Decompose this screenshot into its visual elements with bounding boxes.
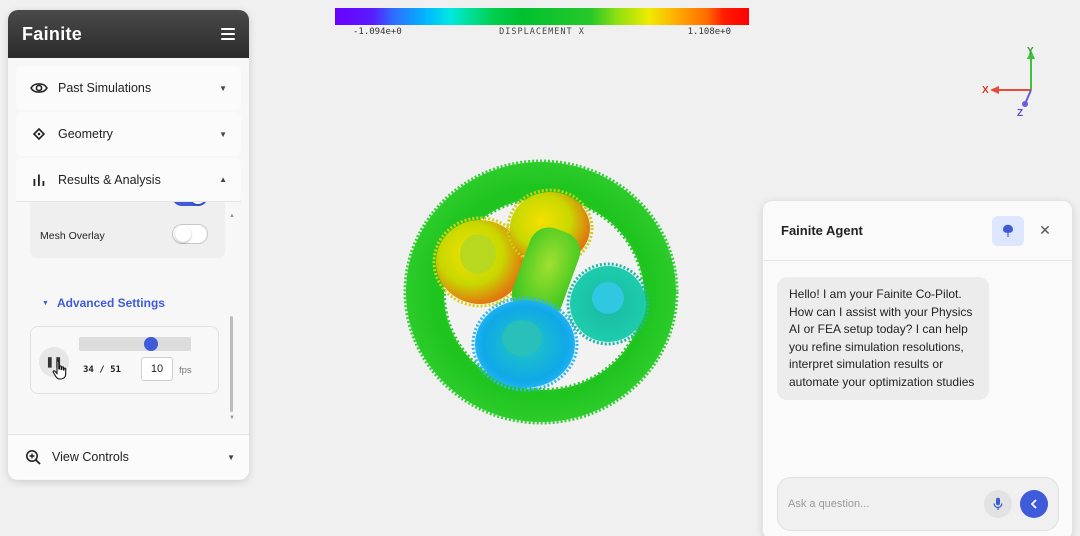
chevron-down-icon: ▼ [219,129,227,139]
mesh-overlay-toggle[interactable] [172,224,208,244]
scroll-up-arrow-icon[interactable]: ▲ [229,213,235,219]
frame-counter: 34 / 51 [83,365,121,375]
section-label: Past Simulations [58,81,152,95]
section-geometry[interactable]: Geometry ▼ [16,112,241,156]
frame-slider[interactable] [79,337,191,351]
agent-message-bubble: Hello! I am your Fainite Co-Pilot. How c… [777,277,989,400]
chevron-down-icon: ▼ [227,452,235,462]
axes-gizmo[interactable]: Y X Z [978,42,1048,122]
brand-logo: Fainite [22,23,83,44]
chevron-left-icon [1030,499,1037,509]
zoom-in-icon [24,448,42,466]
section-label: Results & Analysis [58,172,161,187]
hamburger-icon[interactable] [221,28,235,40]
colorbar-max-label: 1.108e+0 [687,27,731,37]
y-axis-label: Y [1027,46,1034,57]
bar-chart-icon [30,171,48,189]
chat-input[interactable] [788,492,978,516]
advanced-settings-toggle[interactable]: ▼ Advanced Settings [42,296,165,310]
planet-gear-teal-right-hub [592,282,624,314]
section-label: Geometry [58,127,113,141]
hand-cursor-icon [52,360,67,380]
section-view-controls[interactable]: View Controls ▼ [8,434,249,479]
chat-input-container [777,477,1059,531]
microphone-icon [993,497,1003,510]
section-past-simulations[interactable]: Past Simulations ▼ [16,66,241,110]
z-axis-label: Z [1017,108,1023,119]
advanced-settings-label: Advanced Settings [56,296,165,310]
colorbar-gradient [335,8,749,25]
results-scroll-area[interactable]: Mesh Overlay ▼ Advanced Settings ❚❚ 34 /… [30,202,242,420]
microphone-button[interactable] [984,490,1012,518]
fps-label: fps [179,365,192,376]
x-axis-arrow [990,86,999,94]
colorbar-legend: -1.094e+0 DISPLACEMENT X 1.108e+0 [335,8,749,41]
pin-icon [1003,224,1013,237]
frame-slider-thumb[interactable] [144,337,158,351]
section-results-analysis[interactable]: Results & Analysis ▲ [16,158,241,202]
chevron-down-icon: ▼ [219,83,227,93]
section-label: View Controls [52,450,129,464]
toggle-card: Mesh Overlay [30,202,225,258]
scrollbar-thumb[interactable] [230,316,233,412]
gear-model-viewport[interactable] [400,158,682,426]
x-axis-label: X [982,85,989,96]
close-icon[interactable]: ✕ [1036,222,1054,239]
eye-icon [30,79,48,97]
chevron-up-icon: ▲ [219,175,227,184]
z-axis-dot [1022,101,1028,107]
results-scrollbar[interactable]: ▲ ▼ [229,213,235,421]
triangle-down-icon: ▼ [42,299,49,307]
overlay-toggle-on[interactable] [172,202,208,206]
planet-gear-yellow-left-hub [460,234,496,274]
chat-title: Fainite Agent [781,223,863,238]
planet-gear-cyan-bottom-hub [502,320,542,356]
mesh-overlay-label: Mesh Overlay [40,230,105,242]
pin-button[interactable] [992,215,1024,246]
send-button[interactable] [1020,490,1048,518]
fps-input[interactable]: 10 [141,357,173,381]
chat-header: Fainite Agent ✕ [763,201,1072,261]
scroll-down-arrow-icon[interactable]: ▼ [229,415,235,421]
sidebar-header: Fainite [8,10,249,58]
agent-chat-panel: Fainite Agent ✕ Hello! I am your Fainite… [762,200,1073,536]
geometry-icon [30,125,48,143]
